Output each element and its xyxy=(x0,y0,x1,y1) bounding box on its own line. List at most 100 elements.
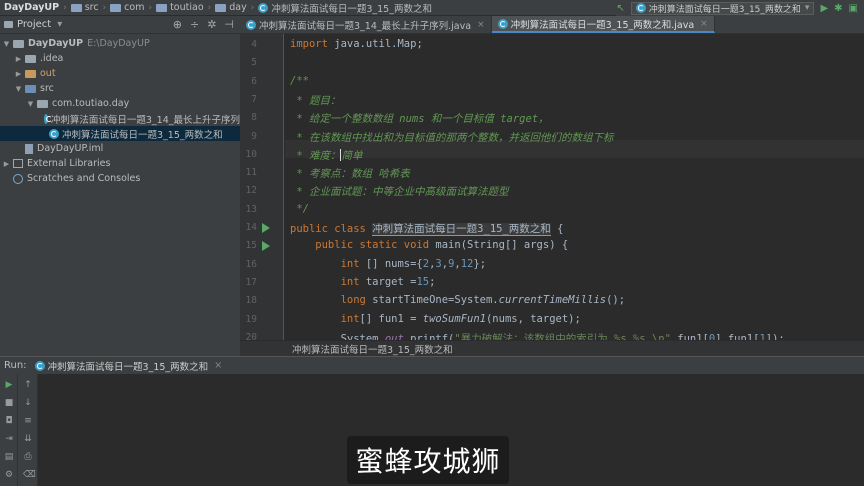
down-arrow-icon[interactable]: ↓ xyxy=(23,398,33,408)
line-number: 14 xyxy=(245,222,257,233)
code-line: * 难度：简单 xyxy=(290,148,362,163)
folder-icon xyxy=(70,3,82,12)
chevron-down-icon[interactable]: ▼ xyxy=(2,40,11,48)
breadcrumb-separator-icon: › xyxy=(207,2,212,13)
exit-icon[interactable]: ⇥ xyxy=(4,434,14,444)
tree-item[interactable]: ▼ src xyxy=(0,81,240,96)
hide-icon[interactable]: ⊣ xyxy=(224,18,234,31)
up-arrow-icon[interactable]: ↑ xyxy=(23,380,33,390)
code-token: 15 xyxy=(416,275,430,288)
chevron-right-icon[interactable]: ▶ xyxy=(14,70,23,78)
run-panel-header: Run: 冲刺算法面试每日一题3_15_两数之和 × xyxy=(0,356,864,374)
tree-item[interactable]: ▶ External Libraries xyxy=(0,156,240,171)
tree-item[interactable]: ▼ DayDayUP E:\DayDayUP xyxy=(0,36,240,51)
breadcrumb-item[interactable]: day xyxy=(212,0,249,16)
chevron-right-icon[interactable]: ▶ xyxy=(14,55,23,63)
locate-icon[interactable]: ⊕ xyxy=(173,18,182,31)
class-icon xyxy=(246,19,256,30)
scroll-to-end-icon[interactable]: ⇊ xyxy=(23,434,33,444)
tree-item[interactable]: 冲刺算法面试每日一题3_15_两数之和 xyxy=(0,126,240,141)
code-token: ],fun1[ xyxy=(715,332,760,340)
run-gutter-icon[interactable] xyxy=(262,241,270,252)
line-number: 17 xyxy=(245,276,257,288)
project-view-selector[interactable]: Project ▾ xyxy=(0,19,62,30)
close-icon[interactable]: × xyxy=(700,19,708,29)
chevron-down-icon[interactable]: ▼ xyxy=(14,85,23,93)
breadcrumb-item[interactable]: toutiao xyxy=(153,0,207,16)
code-editor[interactable]: 4 5 6 7 8 9 10 11 12 13 14 15 16 17 18 19 20 import java… xyxy=(240,34,864,340)
code-token: out xyxy=(384,332,404,340)
tree-item[interactable]: ▶ out xyxy=(0,66,240,81)
breadcrumb-item[interactable]: DayDayUP xyxy=(0,0,62,16)
gear-icon[interactable]: ✲ xyxy=(207,18,216,31)
code-token: [] nums={ xyxy=(365,257,423,270)
editor-tab-label: 冲刺算法面试每日一题3_15_两数之和.java xyxy=(510,19,695,31)
rerun-icon[interactable]: ▶ xyxy=(4,380,14,390)
breadcrumb-label: day xyxy=(229,2,247,13)
project-panel-tools: ⊕ ÷ ✲ ⊣ xyxy=(173,18,234,31)
code-token: ]); xyxy=(765,332,785,340)
breadcrumb: DayDayUP › src › com › toutiao › day › 冲刺算法面试每日一题3… xyxy=(0,0,435,16)
code-token: * 给定一个整数数组 nums 和一个目标值 target， xyxy=(290,113,549,126)
code-token: { xyxy=(550,223,564,235)
settings-icon[interactable]: ⚙ xyxy=(4,470,14,480)
soft-wrap-icon[interactable]: ≡ xyxy=(23,416,33,426)
run-gutter-icon[interactable] xyxy=(262,223,270,233)
editor-breadcrumb-class[interactable]: 冲刺算法面试每日一题3_15_两数之和 xyxy=(292,342,453,356)
code-token: ; xyxy=(429,275,436,288)
editor-tab-label: 冲刺算法面试每日一题3_14_最长上升子序列.java xyxy=(259,20,472,32)
line-number: 18 xyxy=(245,295,257,307)
code-token: /** xyxy=(290,74,309,87)
stop-icon[interactable]: ■ xyxy=(4,398,14,408)
debug-icon[interactable]: ✱ xyxy=(834,3,842,14)
close-icon[interactable]: × xyxy=(477,20,485,30)
breadcrumb-item[interactable]: com xyxy=(107,0,147,16)
breadcrumb-item[interactable]: 冲刺算法面试每日一题3_15_两数之和 xyxy=(255,0,435,16)
trash-icon[interactable]: ⌫ xyxy=(23,470,36,480)
code-line: public static void main(String[] args) { xyxy=(290,239,568,251)
camera-icon[interactable]: ◘ xyxy=(4,416,14,426)
code-token: main(String[] args) { xyxy=(435,239,569,252)
breadcrumb-label: src xyxy=(84,2,99,13)
run-toolbar-left: ▶ ■ ◘ ⇥ ▤ ⚙ xyxy=(0,374,18,486)
close-icon[interactable]: × xyxy=(214,360,222,371)
collapse-icon[interactable]: ÷ xyxy=(190,18,199,31)
code-token: * 难度： xyxy=(290,149,341,162)
run-icon[interactable]: ▶ xyxy=(820,3,828,14)
pin-icon[interactable]: ▤ xyxy=(4,452,14,462)
code-line: * 企业面试题：中等企业中高级面试算法题型 xyxy=(290,184,508,199)
code-line: * 题目： xyxy=(290,93,340,108)
line-number: 20 xyxy=(245,331,257,340)
project-tree: ▼ DayDayUP E:\DayDayUP ▶ .idea ▶ out ▼ src ▼ com.t… xyxy=(0,34,240,356)
code-token: 12 xyxy=(460,257,474,270)
print-icon[interactable]: ⎙ xyxy=(23,452,33,462)
tree-item[interactable]: 冲刺算法面试每日一题3_14_最长上升子序列 xyxy=(0,111,240,126)
editor-tab[interactable]: 冲刺算法面试每日一题3_15_两数之和.java × xyxy=(491,16,715,33)
code-token: * 在该数组中找出和为目标值的那两个整数，并返回他们的数组下标 xyxy=(290,131,614,144)
coverage-icon[interactable]: ▣ xyxy=(849,3,858,14)
tree-item-label: .idea xyxy=(40,53,64,64)
build-hammer-icon[interactable]: ↖ xyxy=(616,3,624,14)
tree-item[interactable]: ▼ com.toutiao.day xyxy=(0,96,240,111)
run-toolbar-right: ↑ ↓ ≡ ⇊ ⎙ ⌫ xyxy=(18,374,38,486)
tree-item[interactable]: ▶ .idea xyxy=(0,51,240,66)
tree-item-label: 冲刺算法面试每日一题3_15_两数之和 xyxy=(62,129,223,141)
breadcrumb-item[interactable]: src xyxy=(68,0,102,16)
tree-item-label: 冲刺算法面试每日一题3_14_最长上升子序列 xyxy=(50,114,240,126)
editor-tab[interactable]: 冲刺算法面试每日一题3_14_最长上升子序列.java × xyxy=(240,16,492,33)
code-token: [] fun1 = xyxy=(359,312,423,325)
line-number: 6 xyxy=(251,75,257,87)
line-number: 19 xyxy=(245,313,257,325)
folder-icon xyxy=(215,3,227,12)
run-config-select[interactable]: 冲刺算法面试每日一题3_15_两数之和 ▾ xyxy=(630,1,815,15)
breadcrumb-separator-icon: › xyxy=(63,2,67,13)
tree-item[interactable]: Scratches and Consoles xyxy=(0,171,240,186)
chevron-right-icon[interactable]: ▶ xyxy=(2,160,11,168)
run-tab[interactable]: 冲刺算法面试每日一题3_15_两数之和 × xyxy=(34,359,222,373)
file-icon xyxy=(25,143,33,154)
chevron-down-icon[interactable]: ▼ xyxy=(26,100,35,108)
line-number: 11 xyxy=(245,167,257,179)
tree-item[interactable]: DayDayUP.iml xyxy=(0,141,240,156)
code-token: System. xyxy=(290,332,385,340)
tree-item-label: src xyxy=(40,83,54,94)
